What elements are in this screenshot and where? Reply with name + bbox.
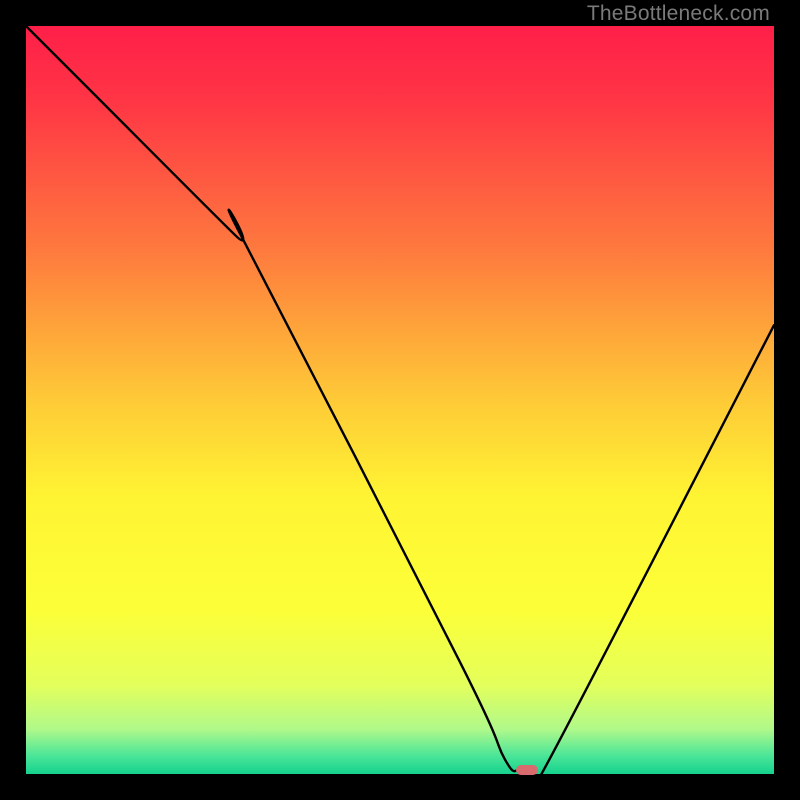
- bottleneck-chart-svg: [26, 26, 774, 774]
- watermark-text: TheBottleneck.com: [587, 2, 770, 26]
- result-marker: [516, 765, 538, 775]
- plot-area: [26, 26, 774, 774]
- outer-frame: TheBottleneck.com: [0, 0, 800, 800]
